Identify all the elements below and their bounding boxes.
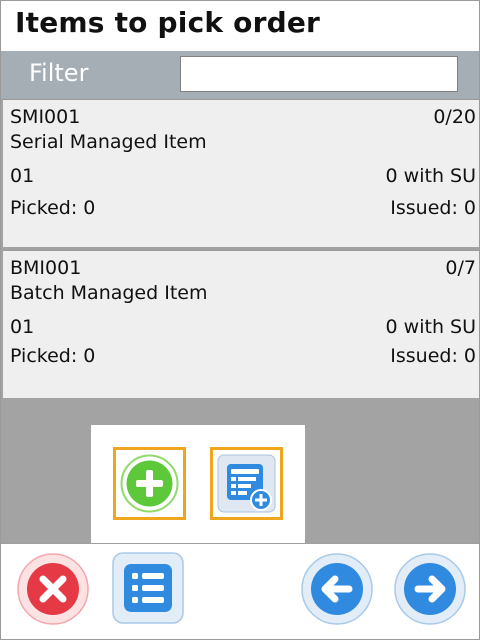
page-title: Items to pick order xyxy=(15,6,321,39)
item-quantity: 0/7 xyxy=(445,257,476,279)
close-icon xyxy=(17,553,89,625)
item-name: Batch Managed Item xyxy=(10,282,208,304)
back-button[interactable] xyxy=(300,552,374,626)
item-picked: Picked: 0 xyxy=(10,345,96,367)
items-list: SMI001 0/20 Serial Managed Item 01 0 wit… xyxy=(1,99,479,401)
item-su-count: 0 with SU xyxy=(385,165,476,187)
filter-label: Filter xyxy=(29,59,89,87)
plus-circle-icon xyxy=(120,454,179,513)
item-issued: Issued: 0 xyxy=(390,197,476,219)
list-icon xyxy=(112,552,184,624)
add-item-button[interactable] xyxy=(113,447,186,520)
item-code: SMI001 xyxy=(10,106,81,128)
item-quantity: 0/20 xyxy=(433,106,476,128)
item-name: Serial Managed Item xyxy=(10,131,207,153)
list-item[interactable]: BMI001 0/7 Batch Managed Item 01 0 with … xyxy=(3,250,479,398)
arrow-left-icon xyxy=(301,553,373,625)
list-add-icon xyxy=(217,454,276,513)
arrow-right-icon xyxy=(394,553,466,625)
forward-button[interactable] xyxy=(393,552,467,626)
item-issued: Issued: 0 xyxy=(390,345,476,367)
filter-input[interactable] xyxy=(180,56,458,92)
add-to-list-button[interactable] xyxy=(210,447,283,520)
header: Items to pick order xyxy=(1,1,479,51)
app-window: Items to pick order Filter SMI001 0/20 S… xyxy=(0,0,480,640)
list-item[interactable]: SMI001 0/20 Serial Managed Item 01 0 wit… xyxy=(3,99,479,247)
item-su-count: 0 with SU xyxy=(385,316,476,338)
filter-bar: Filter xyxy=(1,51,479,99)
item-code: BMI001 xyxy=(10,257,82,279)
item-picked: Picked: 0 xyxy=(10,197,96,219)
item-warehouse: 01 xyxy=(10,316,35,338)
item-warehouse: 01 xyxy=(10,165,35,187)
list-button[interactable] xyxy=(112,552,184,624)
bottom-toolbar xyxy=(1,543,479,639)
cancel-button[interactable] xyxy=(16,552,90,626)
